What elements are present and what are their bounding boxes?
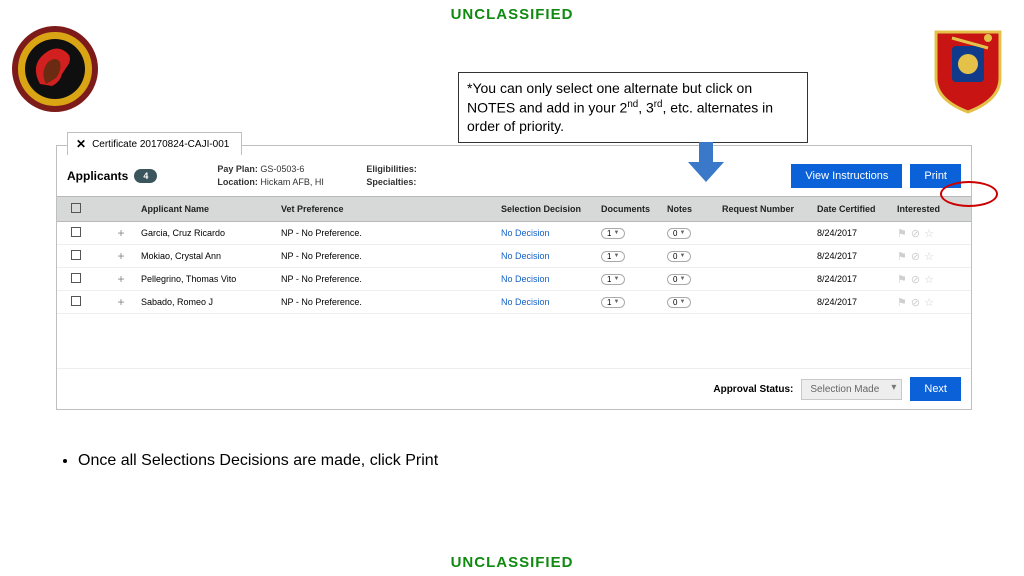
notes-pill[interactable]: 0 ▼ <box>667 251 691 262</box>
vet-preference-cell: NP - No Preference. <box>281 297 461 307</box>
print-button[interactable]: Print <box>910 164 961 188</box>
applicants-label: Applicants <box>67 169 128 183</box>
expand-row-icon[interactable]: + <box>101 295 141 309</box>
table-row: +Garcia, Cruz RicardoNP - No Preference.… <box>57 222 971 245</box>
documents-pill[interactable]: 1 ▼ <box>601 274 625 285</box>
unit-crest-left <box>12 26 98 117</box>
flag-icon[interactable]: ⚑ <box>897 273 907 286</box>
note-sup2: rd <box>654 99 663 110</box>
date-certified-cell: 8/24/2017 <box>817 251 897 261</box>
star-icon[interactable]: ☆ <box>924 250 934 263</box>
date-certified-cell: 8/24/2017 <box>817 228 897 238</box>
col-date-certified[interactable]: Date Certified <box>817 204 897 214</box>
applicant-name-cell: Garcia, Cruz Ricardo <box>141 228 281 238</box>
note-text2: , 3 <box>638 100 654 116</box>
applicants-panel: ✕ Certificate 20170824-CAJI-001 Applican… <box>56 145 972 410</box>
unit-crest-right <box>930 26 1006 123</box>
documents-pill[interactable]: 1 ▼ <box>601 228 625 239</box>
row-checkbox[interactable] <box>71 273 81 283</box>
certificate-meta: Pay Plan: GS-0503-6 Location: Hickam AFB… <box>217 163 457 188</box>
approval-status-label: Approval Status: <box>713 384 793 395</box>
col-documents[interactable]: Documents <box>601 204 667 214</box>
flag-icon[interactable]: ⚑ <box>897 250 907 263</box>
certificate-tab-label: Certificate 20170824-CAJI-001 <box>92 139 229 150</box>
panel-footer: Approval Status: Selection Made Next <box>57 368 971 409</box>
selection-decision-link[interactable]: No Decision <box>501 297 601 307</box>
table-row: +Sabado, Romeo JNP - No Preference. No De… <box>57 291 971 314</box>
star-icon[interactable]: ☆ <box>924 296 934 309</box>
expand-row-icon[interactable]: + <box>101 226 141 240</box>
block-icon[interactable]: ⊘ <box>911 273 920 286</box>
interested-icons: ⚑ ⊘ ☆ <box>897 250 967 263</box>
row-checkbox[interactable] <box>71 250 81 260</box>
classification-top: UNCLASSIFIED <box>451 6 574 23</box>
col-request-number[interactable]: Request Number <box>722 204 817 214</box>
eligibilities-label: Eligibilities: <box>366 164 417 174</box>
applicant-name-cell: Pellegrino, Thomas Vito <box>141 274 281 284</box>
star-icon[interactable]: ☆ <box>924 227 934 240</box>
table-header: Applicant Name Vet Preference Selection … <box>57 196 971 222</box>
block-icon[interactable]: ⊘ <box>911 227 920 240</box>
selection-decision-link[interactable]: No Decision <box>501 251 601 261</box>
selection-decision-link[interactable]: No Decision <box>501 228 601 238</box>
next-button[interactable]: Next <box>910 377 961 401</box>
notes-pill[interactable]: 0 ▼ <box>667 297 691 308</box>
col-notes[interactable]: Notes <box>667 204 722 214</box>
table-row: +Mokiao, Crystal AnnNP - No Preference. N… <box>57 245 971 268</box>
instruction-callout: *You can only select one alternate but c… <box>458 72 808 143</box>
panel-header-row: Applicants 4 Pay Plan: GS-0503-6 Locatio… <box>57 163 971 196</box>
interested-icons: ⚑ ⊘ ☆ <box>897 227 967 240</box>
col-vet-preference[interactable]: Vet Preference <box>281 204 461 214</box>
documents-pill[interactable]: 1 ▼ <box>601 297 625 308</box>
documents-pill[interactable]: 1 ▼ <box>601 251 625 262</box>
notes-pill[interactable]: 0 ▼ <box>667 228 691 239</box>
selection-decision-link[interactable]: No Decision <box>501 274 601 284</box>
block-icon[interactable]: ⊘ <box>911 250 920 263</box>
flag-icon[interactable]: ⚑ <box>897 296 907 309</box>
pay-plan-value: GS-0503-6 <box>260 164 304 174</box>
vet-preference-cell: NP - No Preference. <box>281 228 461 238</box>
col-selection-decision[interactable]: Selection Decision <box>501 204 601 214</box>
location-label: Location: <box>217 177 258 187</box>
note-sup1: nd <box>627 99 638 110</box>
block-icon[interactable]: ⊘ <box>911 296 920 309</box>
date-certified-cell: 8/24/2017 <box>817 274 897 284</box>
instruction-bullet: Once all Selections Decisions are made, … <box>58 452 438 470</box>
applicant-name-cell: Mokiao, Crystal Ann <box>141 251 281 261</box>
arrow-annotation <box>688 142 724 186</box>
approval-status-select[interactable]: Selection Made <box>801 379 902 400</box>
certificate-tab[interactable]: ✕ Certificate 20170824-CAJI-001 <box>67 132 242 155</box>
applicants-count-badge: 4 <box>134 169 157 183</box>
table-row: +Pellegrino, Thomas VitoNP - No Preferen… <box>57 268 971 291</box>
view-instructions-button[interactable]: View Instructions <box>791 164 902 188</box>
row-checkbox[interactable] <box>71 296 81 306</box>
row-checkbox[interactable] <box>71 227 81 237</box>
vet-preference-cell: NP - No Preference. <box>281 274 461 284</box>
expand-row-icon[interactable]: + <box>101 249 141 263</box>
classification-bottom: UNCLASSIFIED <box>451 554 574 571</box>
specialties-label: Specialties: <box>366 177 416 187</box>
location-value: Hickam AFB, HI <box>260 177 324 187</box>
close-tab-icon[interactable]: ✕ <box>76 137 86 151</box>
date-certified-cell: 8/24/2017 <box>817 297 897 307</box>
vet-preference-cell: NP - No Preference. <box>281 251 461 261</box>
col-applicant-name[interactable]: Applicant Name <box>141 204 281 214</box>
expand-row-icon[interactable]: + <box>101 272 141 286</box>
applicant-name-cell: Sabado, Romeo J <box>141 297 281 307</box>
flag-icon[interactable]: ⚑ <box>897 227 907 240</box>
interested-icons: ⚑ ⊘ ☆ <box>897 296 967 309</box>
star-icon[interactable]: ☆ <box>924 273 934 286</box>
pay-plan-label: Pay Plan: <box>217 164 258 174</box>
select-all-checkbox[interactable] <box>71 203 81 213</box>
notes-pill[interactable]: 0 ▼ <box>667 274 691 285</box>
col-interested[interactable]: Interested <box>897 204 967 214</box>
interested-icons: ⚑ ⊘ ☆ <box>897 273 967 286</box>
instruction-bullet-text: Once all Selections Decisions are made, … <box>78 452 438 470</box>
